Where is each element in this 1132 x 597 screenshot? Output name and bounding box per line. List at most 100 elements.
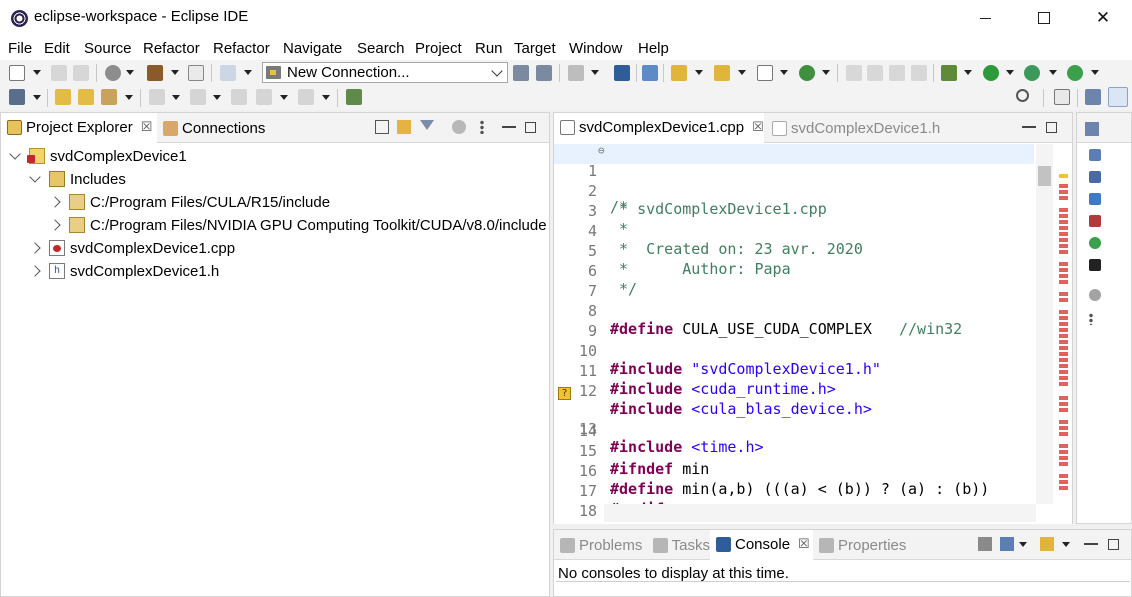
hide-local-types-icon[interactable] bbox=[1089, 237, 1101, 249]
error-marker[interactable] bbox=[1059, 298, 1068, 302]
chevron-down-icon[interactable] bbox=[9, 148, 21, 160]
error-marker[interactable] bbox=[1059, 396, 1068, 400]
back-dropdown-icon[interactable] bbox=[280, 95, 288, 100]
error-marker[interactable] bbox=[1059, 220, 1068, 224]
next-annotation-dropdown-icon[interactable] bbox=[172, 95, 180, 100]
open-console-dropdown-icon[interactable] bbox=[1062, 542, 1070, 547]
tab-project-explorer[interactable]: Project Explorer ☒ bbox=[1, 113, 157, 143]
hide-nonpublic-icon[interactable] bbox=[1089, 215, 1101, 227]
tab-cpp-file[interactable]: svdComplexDevice1.cpp ☒ bbox=[554, 113, 764, 143]
error-marker[interactable] bbox=[1059, 226, 1068, 230]
group-includes-icon[interactable] bbox=[1089, 259, 1101, 271]
error-marker[interactable] bbox=[1059, 382, 1068, 386]
skip-breakpoints-icon[interactable] bbox=[642, 65, 658, 81]
chevron-down-icon[interactable] bbox=[29, 171, 41, 183]
pencil-icon[interactable] bbox=[846, 65, 862, 81]
pin-console-icon[interactable] bbox=[978, 537, 992, 551]
settings-icon[interactable] bbox=[105, 65, 121, 81]
save-all-icon[interactable] bbox=[73, 65, 89, 81]
minimize-view-icon[interactable] bbox=[1084, 543, 1098, 545]
error-marker[interactable] bbox=[1059, 402, 1068, 406]
view-menu-icon[interactable] bbox=[1089, 313, 1093, 325]
launch-target-icon[interactable] bbox=[536, 65, 552, 81]
error-marker[interactable] bbox=[1059, 250, 1068, 254]
search-icon[interactable] bbox=[1016, 89, 1029, 102]
error-marker[interactable] bbox=[1059, 474, 1068, 478]
error-marker[interactable] bbox=[1059, 480, 1068, 484]
error-marker[interactable] bbox=[1059, 190, 1068, 194]
build-hammer-icon[interactable] bbox=[147, 65, 163, 81]
open-element-icon[interactable] bbox=[78, 89, 94, 105]
editor-horizontal-scrollbar[interactable] bbox=[604, 504, 1036, 522]
external-tools-dropdown-icon[interactable] bbox=[1091, 70, 1099, 75]
error-marker[interactable] bbox=[1059, 432, 1068, 436]
menu-target[interactable]: Target bbox=[514, 40, 556, 57]
filter-icon[interactable] bbox=[420, 120, 434, 130]
connect-dropdown-icon[interactable] bbox=[244, 70, 252, 75]
new-class-icon[interactable] bbox=[671, 65, 687, 81]
error-marker[interactable] bbox=[1059, 310, 1068, 314]
error-marker[interactable] bbox=[1059, 196, 1068, 200]
forward-icon[interactable] bbox=[298, 89, 314, 105]
save-icon[interactable] bbox=[51, 65, 67, 81]
chevron-right-icon[interactable] bbox=[29, 242, 41, 254]
toggle-mark-icon[interactable] bbox=[867, 65, 883, 81]
new-icon[interactable] bbox=[9, 65, 25, 81]
error-marker[interactable] bbox=[1059, 370, 1068, 374]
maximize-view-icon[interactable] bbox=[1046, 122, 1057, 133]
menu-source[interactable]: Source bbox=[84, 40, 132, 57]
display-console-icon[interactable] bbox=[1000, 537, 1014, 551]
coverage-icon[interactable] bbox=[1024, 65, 1040, 81]
debug-config-icon[interactable] bbox=[799, 65, 815, 81]
close-button[interactable]: ✕ bbox=[1080, 0, 1126, 36]
debug-perspective-icon[interactable] bbox=[1108, 87, 1128, 107]
error-marker[interactable] bbox=[1059, 420, 1068, 424]
tab-properties[interactable]: Properties bbox=[813, 530, 913, 560]
debug-config-dropdown-icon[interactable] bbox=[822, 70, 830, 75]
menu-project[interactable]: Project bbox=[415, 40, 462, 57]
tab-connections[interactable]: Connections bbox=[157, 113, 277, 143]
scrollbar-thumb[interactable] bbox=[1038, 166, 1051, 186]
error-marker[interactable] bbox=[1059, 232, 1068, 236]
pin-editor-icon[interactable] bbox=[346, 89, 362, 105]
warning-icon[interactable]: ? bbox=[558, 387, 571, 400]
error-marker[interactable] bbox=[1059, 346, 1068, 350]
tree-item-includes[interactable]: Includes bbox=[29, 168, 126, 190]
error-marker[interactable] bbox=[1059, 184, 1068, 188]
display-console-dropdown-icon[interactable] bbox=[1019, 542, 1027, 547]
block-select-icon[interactable] bbox=[889, 65, 905, 81]
chevron-right-icon[interactable] bbox=[49, 196, 61, 208]
hierarchy-icon[interactable] bbox=[568, 65, 584, 81]
tab-h-file[interactable]: svdComplexDevice1.h bbox=[766, 113, 946, 143]
whitespace-icon[interactable] bbox=[911, 65, 927, 81]
terminal-icon[interactable] bbox=[614, 65, 630, 81]
forward-dropdown-icon[interactable] bbox=[322, 95, 330, 100]
error-marker[interactable] bbox=[1059, 352, 1068, 356]
editor-vertical-scrollbar[interactable] bbox=[1036, 144, 1053, 504]
open-console-dropdown-icon[interactable] bbox=[33, 95, 41, 100]
tab-problems[interactable]: Problems bbox=[554, 530, 647, 560]
view-menu-icon[interactable] bbox=[480, 120, 484, 134]
hide-fields-icon[interactable] bbox=[1089, 149, 1101, 161]
error-marker[interactable] bbox=[1059, 268, 1068, 272]
minimize-button[interactable] bbox=[962, 0, 1008, 36]
menu-search[interactable]: Search bbox=[357, 40, 405, 57]
open-console-icon[interactable] bbox=[9, 89, 25, 105]
build-dropdown-icon[interactable] bbox=[171, 70, 179, 75]
coverage-dropdown-icon[interactable] bbox=[1049, 70, 1057, 75]
error-marker[interactable] bbox=[1059, 316, 1068, 320]
tree-item-include-path[interactable]: C:/Program Files/CULA/R15/include bbox=[49, 191, 330, 213]
remote-icon[interactable] bbox=[452, 120, 466, 134]
connection-combo[interactable]: New Connection... bbox=[262, 62, 508, 83]
maximize-view-icon[interactable] bbox=[525, 122, 536, 133]
sort-az-icon[interactable] bbox=[1089, 171, 1101, 183]
connect-arrows-icon[interactable] bbox=[220, 65, 236, 81]
minimize-view-icon[interactable] bbox=[502, 126, 516, 128]
previous-annotation-dropdown-icon[interactable] bbox=[213, 95, 221, 100]
outline-icon[interactable] bbox=[1085, 122, 1099, 136]
tree-item-h-file[interactable]: h svdComplexDevice1.h bbox=[29, 260, 219, 282]
error-marker[interactable] bbox=[1059, 340, 1068, 344]
code-editor[interactable]: 1 ⊖ /* 2 * svdComplexDevice1.cpp 3 * 4 *… bbox=[554, 144, 1072, 524]
collapse-all-icon[interactable] bbox=[375, 120, 389, 134]
error-marker[interactable] bbox=[1059, 322, 1068, 326]
